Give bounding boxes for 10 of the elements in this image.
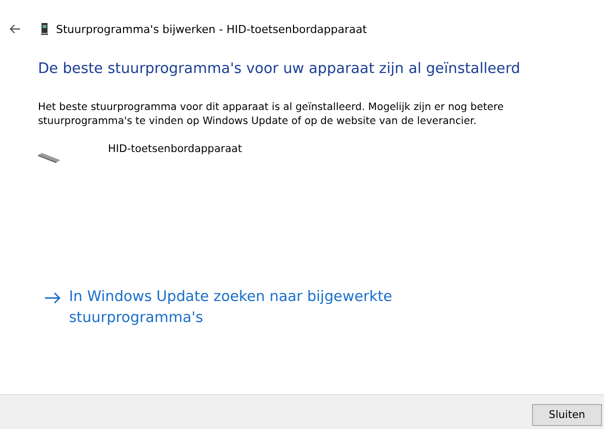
window-title: Stuurprogramma's bijwerken - HID-toetsenbordapparaat <box>56 22 367 36</box>
close-button[interactable]: Sluiten <box>532 404 602 426</box>
heading: De beste stuurprogramma's voor uw apparaat zijn al geïnstalleerd <box>38 61 522 77</box>
arrow-icon <box>45 292 61 304</box>
device-name: HID-toetsenbordapparaat <box>108 143 242 155</box>
description: Het beste stuurprogramma voor dit apparaat is al geïnstalleerd. Mogelijk zijn er nog betere stuurprogramma's te vinden op Windows Update of op de website van de leverancier. <box>38 101 505 129</box>
windows-update-link[interactable]: In Windows Update zoeken naar bijgewerkte stuurprogramma's <box>45 287 405 329</box>
back-icon[interactable] <box>9 24 21 34</box>
keyboard-icon <box>38 152 60 164</box>
device-icon <box>41 23 48 35</box>
